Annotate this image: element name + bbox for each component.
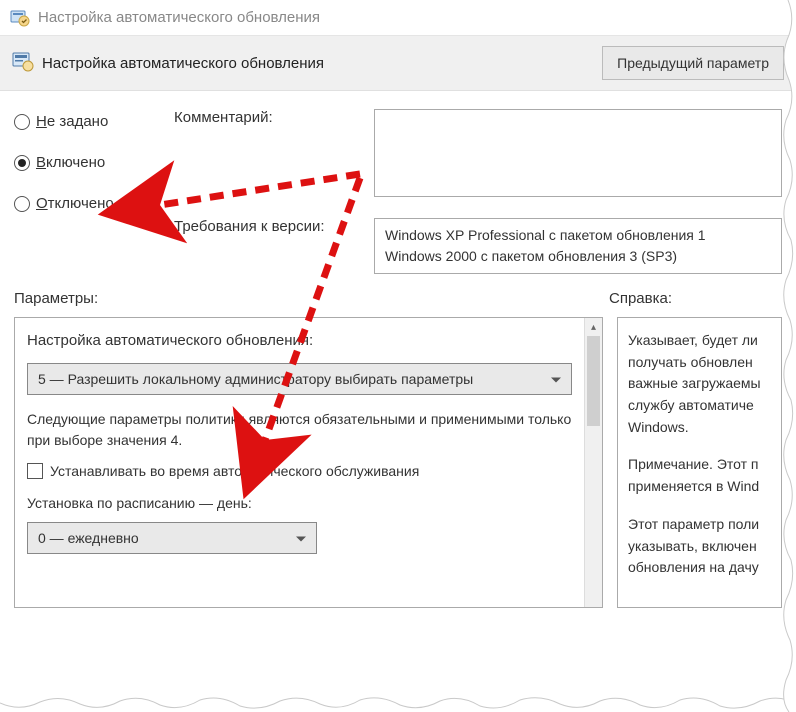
checkbox-label: Устанавливать во время автоматического о… [50,463,419,479]
previous-param-button[interactable]: Предыдущий параметр [602,46,784,80]
radio-enabled[interactable]: Включено [14,154,164,171]
titlebar: Настройка автоматического обновления [0,0,796,36]
params-heading: Настройка автоматического обновления: [27,332,572,349]
params-panel: Настройка автоматического обновления: 5 … [14,317,603,608]
maintenance-checkbox-row[interactable]: Устанавливать во время автоматического о… [27,463,572,479]
help-section-label: Справка: [609,290,672,307]
schedule-label: Установка по расписанию — день: [27,493,572,514]
scroll-track [585,336,602,589]
requirements-label: Требования к версии: [174,218,364,235]
checkbox-icon [27,463,43,479]
header-icon [12,51,34,76]
scroll-thumb[interactable] [587,336,600,426]
main-area: Не задано Включено Отключено Комментарий… [0,91,796,284]
params-section-label: Параметры: [14,290,98,307]
dropdown-value: 5 — Разрешить локальному администратору … [38,371,473,387]
page-title: Настройка автоматического обновления [42,55,324,72]
scroll-up-icon: ▴ [585,318,602,336]
help-paragraph: Указывает, будет ли получать обновлен ва… [628,330,771,438]
radio-not-configured[interactable]: Не задано [14,113,164,130]
dropdown-value: 0 — ежедневно [38,530,139,546]
radio-icon [14,114,30,130]
policy-icon [10,8,30,28]
header-band: Настройка автоматического обновления Пре… [0,36,796,91]
scrollbar[interactable]: ▴ [584,318,602,607]
radio-label: Включено [36,154,105,171]
radio-icon [14,196,30,212]
requirement-line: Windows 2000 с пакетом обновления 3 (SP3… [385,246,771,267]
requirements-box: Windows XP Professional с пакетом обновл… [374,218,782,274]
radio-label: Отключено [36,195,114,212]
radio-label: Не задано [36,113,108,130]
radio-disabled[interactable]: Отключено [14,195,164,212]
params-note: Следующие параметры политики являются об… [27,409,572,451]
bottom-grid: Настройка автоматического обновления: 5 … [0,311,796,622]
torn-edge-bottom [0,694,796,712]
help-paragraph: Этот параметр поли указывать, включен об… [628,514,771,579]
update-mode-dropdown[interactable]: 5 — Разрешить локальному администратору … [27,363,572,395]
comment-label: Комментарий: [174,109,364,126]
state-radio-group: Не задано Включено Отключено [14,109,164,274]
schedule-day-dropdown[interactable]: 0 — ежедневно [27,522,317,554]
comment-textarea[interactable] [374,109,782,197]
requirement-line: Windows XP Professional с пакетом обновл… [385,225,771,246]
radio-icon [14,155,30,171]
help-paragraph: Примечание. Этот п применяется в Wind [628,454,771,497]
help-panel: Указывает, будет ли получать обновлен ва… [617,317,782,608]
sections-row: Параметры: Справка: [0,284,796,311]
titlebar-text: Настройка автоматического обновления [38,9,320,26]
